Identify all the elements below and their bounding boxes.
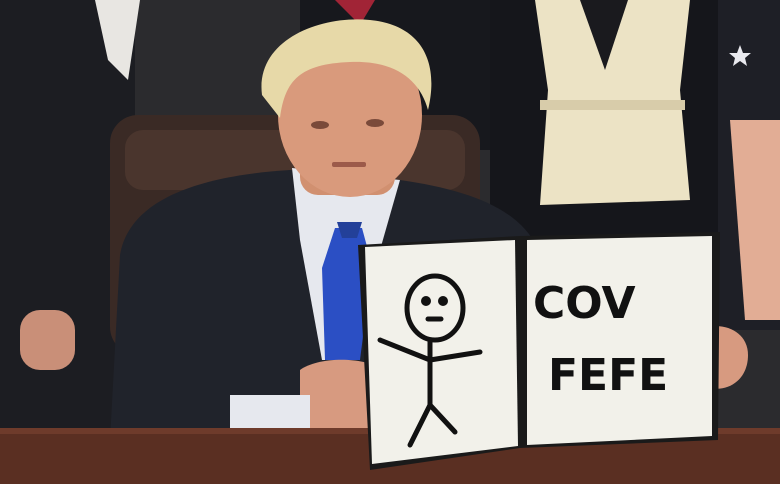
board-text-line-1: COV <box>533 278 636 329</box>
board-right-page <box>527 236 712 445</box>
board-left-page <box>365 240 518 464</box>
photo-scene: COV FEFE <box>0 0 780 484</box>
board-text-line-2: FEFE <box>548 350 668 401</box>
scene-illustration: COV FEFE <box>0 0 780 484</box>
